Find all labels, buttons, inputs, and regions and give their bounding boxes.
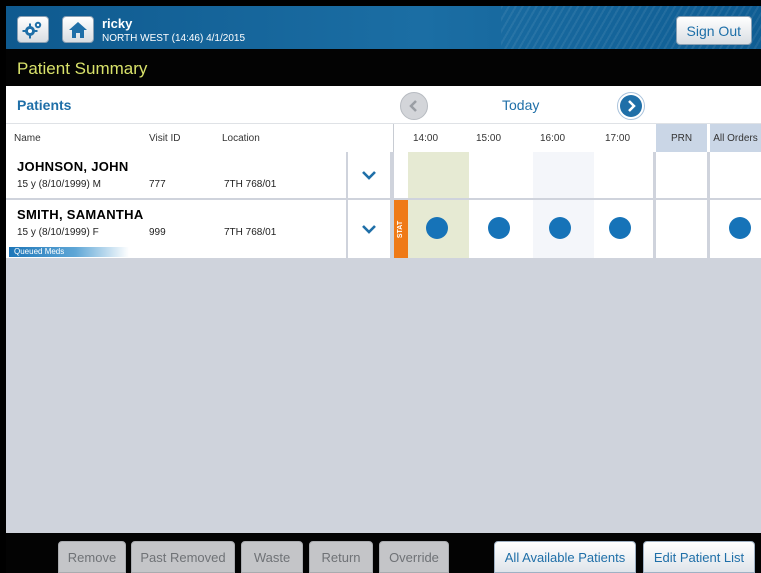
expand-patient-button[interactable] (348, 200, 390, 258)
stat-label: STAT (397, 220, 405, 238)
gears-icon (22, 21, 42, 38)
hour-slot[interactable] (533, 152, 594, 198)
user-location: NORTH WEST (14:46) 4/1/2015 (102, 33, 246, 44)
scheduled-dose-marker[interactable] (609, 217, 631, 239)
page-title: Patient Summary (17, 59, 148, 78)
waste-button[interactable]: Waste (241, 541, 303, 573)
home-button[interactable] (62, 16, 94, 43)
patient-row[interactable]: JOHNSON, JOHN 15 y (8/10/1999) M 777 7TH… (6, 152, 761, 198)
top-header: ricky NORTH WEST (14:46) 4/1/2015 Sign O… (6, 6, 761, 49)
all-available-patients-button[interactable]: All Available Patients (494, 541, 636, 573)
time-header: 14:00 (413, 133, 439, 144)
name-column-header[interactable]: Name (14, 133, 41, 144)
all-orders-dose-marker[interactable] (729, 217, 751, 239)
time-header: 16:00 (540, 133, 566, 144)
patients-header: Patients Today (6, 86, 761, 123)
patient-demographics: 15 y (8/10/1999) F (17, 227, 99, 238)
patient-location: 7TH 768/01 (224, 179, 277, 190)
sign-out-button[interactable]: Sign Out (675, 16, 752, 45)
visit-id-column-header[interactable]: Visit ID (149, 133, 181, 144)
scheduled-dose-marker[interactable] (488, 217, 510, 239)
time-header: 15:00 (476, 133, 502, 144)
patient-summary-panel: Patients Today Name Visit ID Location 14… (6, 86, 761, 533)
edit-patient-list-button[interactable]: Edit Patient List (643, 541, 755, 573)
all-orders-column-header[interactable]: All Orders (710, 124, 761, 152)
date-label: Today (502, 97, 540, 113)
patient-demographics: 15 y (8/10/1999) M (17, 179, 101, 190)
patient-location: 7TH 768/01 (224, 227, 277, 238)
time-header: 17:00 (605, 133, 631, 144)
next-day-button[interactable] (617, 92, 645, 120)
previous-day-button[interactable] (400, 92, 428, 120)
bottom-toolbar: Remove Past Removed Waste Return Overrid… (6, 533, 761, 573)
chevron-down-icon (362, 225, 376, 234)
remove-button[interactable]: Remove (58, 541, 126, 573)
chevron-left-icon (409, 100, 417, 112)
current-hour-slot[interactable] (408, 152, 469, 198)
return-button[interactable]: Return (309, 541, 373, 573)
prn-cell[interactable] (656, 200, 707, 258)
scheduled-dose-marker[interactable] (549, 217, 571, 239)
patient-visit-id: 777 (149, 179, 166, 190)
column-headers: Name Visit ID Location 14:00 15:00 16:00… (6, 123, 761, 152)
expand-patient-button[interactable] (348, 152, 390, 198)
patient-info-cell[interactable]: SMITH, SAMANTHA 15 y (8/10/1999) F 999 7… (6, 200, 346, 258)
medication-timeline (394, 152, 653, 198)
queued-meds-badge: Queued Meds (9, 247, 129, 257)
all-orders-cell[interactable] (710, 200, 761, 258)
scheduled-dose-marker[interactable] (426, 217, 448, 239)
home-icon (69, 21, 87, 38)
chevron-down-icon (362, 171, 376, 180)
all-orders-cell[interactable] (710, 152, 761, 198)
prn-cell[interactable] (656, 152, 707, 198)
past-removed-button[interactable]: Past Removed (131, 541, 235, 573)
user-name: ricky (102, 16, 133, 31)
prn-column-header[interactable]: PRN (656, 124, 707, 152)
settings-button[interactable] (17, 16, 49, 43)
next-day-button-face (620, 95, 642, 117)
stat-tag: STAT (394, 200, 408, 258)
override-button[interactable]: Override (379, 541, 449, 573)
patient-info-cell[interactable]: JOHNSON, JOHN 15 y (8/10/1999) M 777 7TH… (6, 152, 346, 198)
chevron-right-icon (628, 100, 636, 112)
patient-name: JOHNSON, JOHN (17, 159, 129, 174)
patients-label: Patients (17, 97, 72, 113)
location-column-header[interactable]: Location (222, 133, 260, 144)
patient-visit-id: 999 (149, 227, 166, 238)
patient-name: SMITH, SAMANTHA (17, 207, 144, 222)
patient-row[interactable]: SMITH, SAMANTHA 15 y (8/10/1999) F 999 7… (6, 200, 761, 258)
title-bar: Patient Summary (6, 49, 761, 86)
